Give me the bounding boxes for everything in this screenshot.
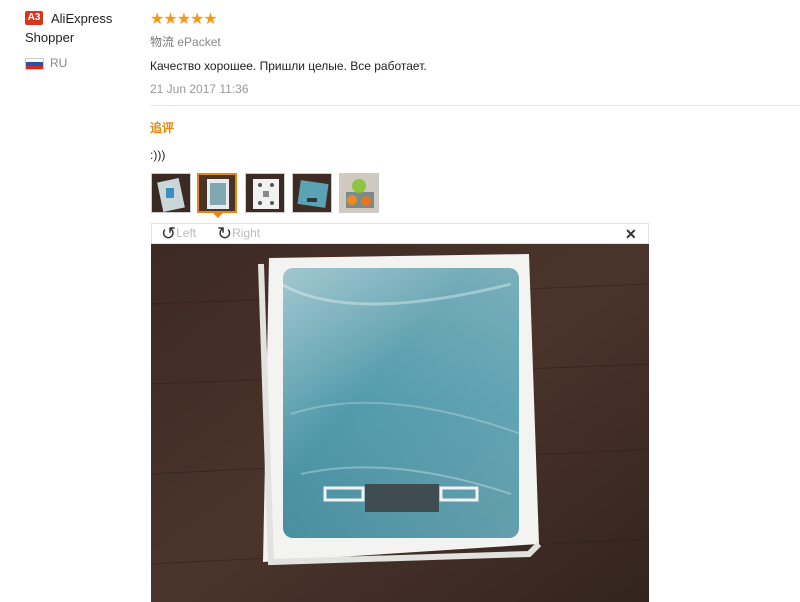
close-icon[interactable]: ✕ <box>625 226 637 243</box>
russia-flag-icon <box>25 58 44 70</box>
thumbnail-1[interactable] <box>151 173 191 213</box>
thumbnail-4[interactable] <box>292 173 332 213</box>
thumbnail-2[interactable] <box>197 173 237 213</box>
review-photo <box>151 244 649 602</box>
divider <box>150 105 800 106</box>
review-date: 21 Jun 2017 11:36 <box>150 82 249 96</box>
additional-feedback-text: :))) <box>150 148 166 162</box>
rotate-right-label: Right <box>232 226 261 240</box>
thumbnail-3[interactable] <box>245 173 285 213</box>
additional-feedback-heading: 追评 <box>150 121 175 135</box>
reviewer-country: RU <box>50 56 68 70</box>
review-text: Качество хорошее. Пришли целые. Все рабо… <box>150 59 427 73</box>
logistics-label: 物流 <box>150 35 175 49</box>
logistics-value: ePacket <box>177 35 221 49</box>
rotate-left-label: Left <box>176 226 197 240</box>
active-thumbnail-caret <box>213 213 223 218</box>
logistics-info: 物流 ePacket <box>150 33 221 50</box>
rotate-right-icon: ↻ <box>217 223 233 244</box>
reviewer-name: AliExpress Shopper <box>25 11 113 45</box>
rating-stars: ★★★★★ <box>150 11 218 28</box>
rotate-left-button[interactable]: ↺Left <box>161 224 196 243</box>
thumbnail-5[interactable] <box>339 173 379 213</box>
rotate-left-icon: ↺ <box>161 223 177 244</box>
rotate-right-button[interactable]: ↻Right <box>217 224 260 243</box>
